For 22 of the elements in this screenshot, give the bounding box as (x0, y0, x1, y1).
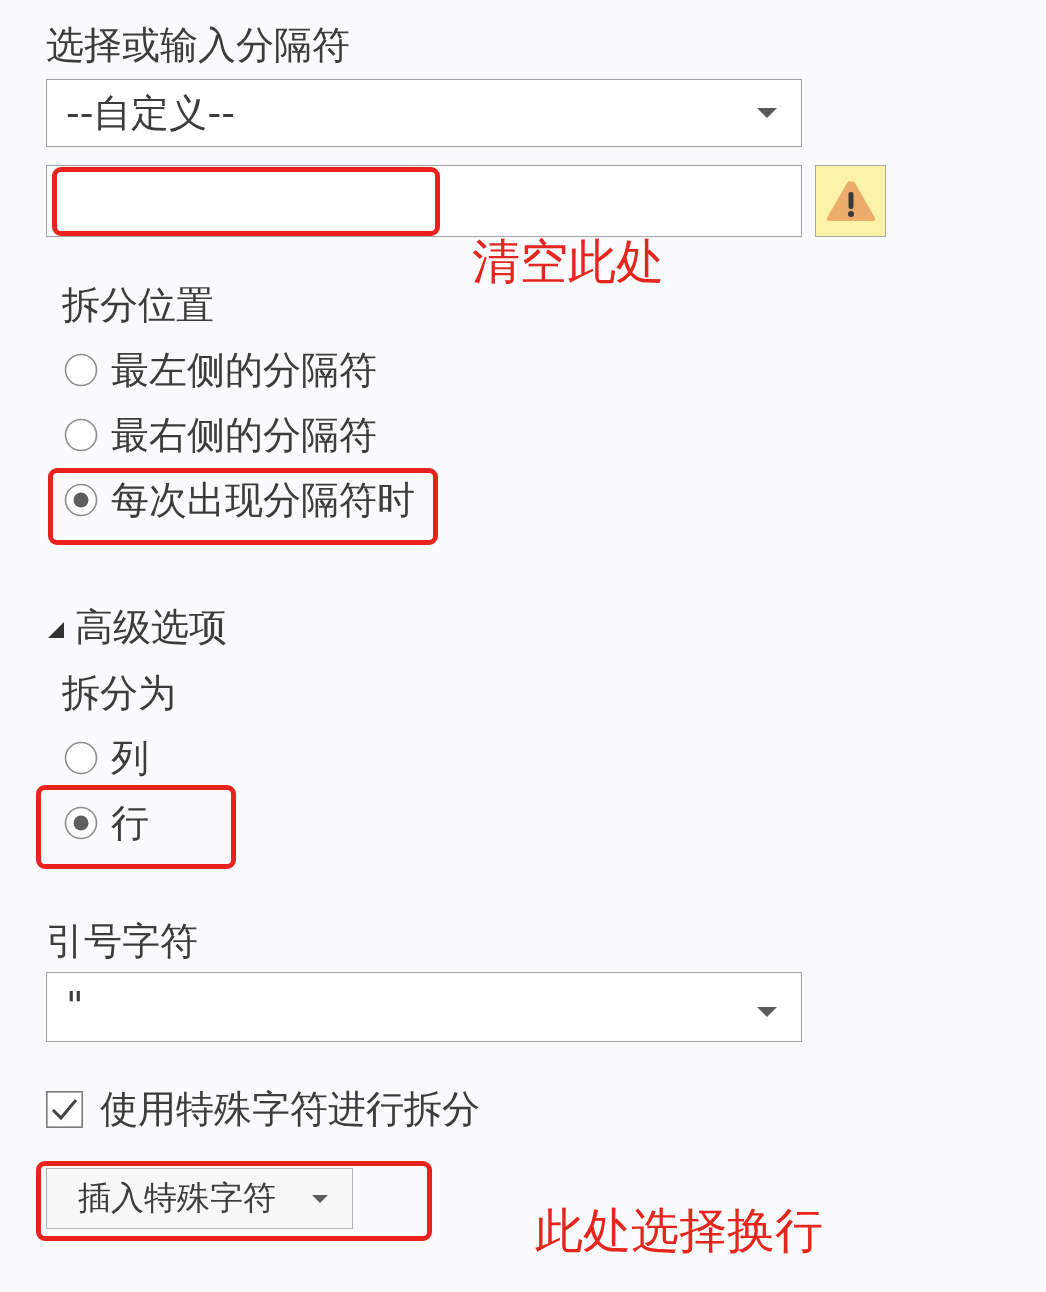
field-label: 选择或输入分隔符 (46, 22, 350, 68)
quote-dropdown[interactable]: " (46, 972, 802, 1042)
section-label: 拆分位置 (62, 282, 214, 328)
caret-icon (757, 108, 777, 118)
caret-icon (757, 1007, 777, 1017)
separator-dropdown[interactable]: --自定义-- (46, 79, 802, 147)
checkbox-option[interactable]: 使用特殊字符进行拆分 (46, 1086, 480, 1132)
warning-icon (824, 179, 877, 223)
section-label: 拆分为 (62, 670, 176, 716)
radio-option[interactable]: 列 (64, 735, 149, 781)
caret-icon (312, 1194, 328, 1203)
insert-special-character-button[interactable]: 插入特殊字符 (46, 1168, 353, 1229)
radio-option[interactable]: 每次出现分隔符时 (64, 477, 415, 523)
radio-option[interactable]: 行 (64, 800, 149, 846)
annotation-note: 清空此处 (472, 235, 664, 287)
advanced-options-toggle[interactable]: 高级选项 (48, 604, 227, 650)
field-label: 引号字符 (46, 918, 198, 964)
annotation-note: 此处选择换行 (535, 1204, 823, 1256)
warning-button[interactable] (815, 165, 886, 237)
radio-option[interactable]: 最左侧的分隔符 (64, 347, 377, 393)
radio-option[interactable]: 最右侧的分隔符 (64, 412, 377, 458)
input-field[interactable] (46, 165, 802, 237)
